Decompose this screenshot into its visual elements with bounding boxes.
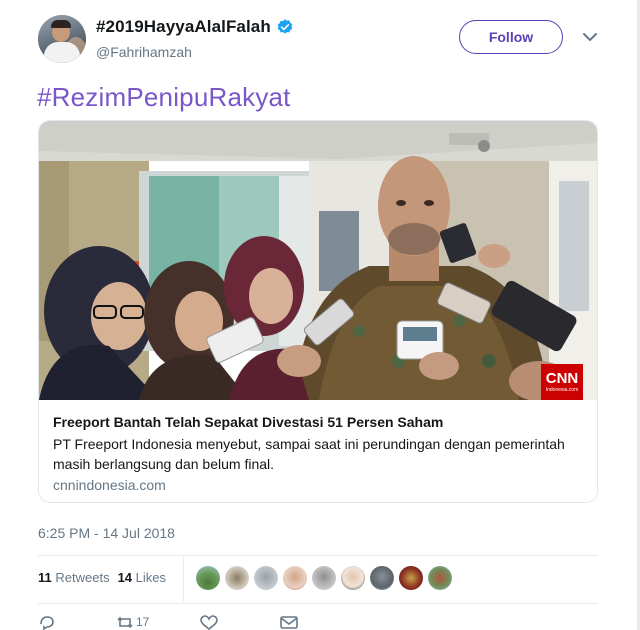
- liker-avatar[interactable]: [428, 566, 452, 590]
- tweet-stats: 11 Retweets 14 Likes: [38, 570, 166, 585]
- liker-avatar[interactable]: [312, 566, 336, 590]
- liker-avatar[interactable]: [283, 566, 307, 590]
- hashtag-link[interactable]: #RezimPenipuRakyat: [37, 82, 291, 113]
- link-card[interactable]: CNN Indonesia.com Freeport Bantah Telah …: [38, 120, 598, 503]
- tweet-actions: 17: [38, 615, 338, 630]
- divider: [38, 603, 598, 604]
- card-description: PT Freeport Indonesia menyebut, sampai s…: [53, 436, 565, 472]
- retweet-count: 17: [136, 615, 150, 629]
- tweet: #2019HayyaAlalFalah @Fahrihamzah Follow …: [0, 0, 636, 630]
- display-name[interactable]: #2019HayyaAlalFalah: [96, 17, 271, 37]
- likes-stat[interactable]: 14 Likes: [118, 570, 166, 585]
- dm-icon[interactable]: [280, 615, 298, 630]
- author-name-row[interactable]: #2019HayyaAlalFalah: [96, 17, 294, 37]
- tweet-timestamp[interactable]: 6:25 PM - 14 Jul 2018: [38, 525, 175, 541]
- card-title[interactable]: Freeport Bantah Telah Sepakat Divestasi …: [53, 414, 443, 430]
- stats-separator: [183, 556, 184, 602]
- liker-avatar[interactable]: [225, 566, 249, 590]
- verified-badge-icon: [277, 19, 293, 34]
- follow-button[interactable]: Follow: [459, 20, 563, 54]
- like-icon[interactable]: [200, 615, 218, 630]
- retweet-icon[interactable]: [116, 615, 134, 630]
- liker-avatar[interactable]: [399, 566, 423, 590]
- cnn-logo: CNN Indonesia.com: [541, 364, 583, 400]
- user-handle[interactable]: @Fahrihamzah: [96, 44, 192, 60]
- liker-avatar[interactable]: [254, 566, 278, 590]
- press-photo: [39, 121, 597, 400]
- divider: [38, 555, 598, 556]
- liker-avatars: [196, 566, 452, 590]
- liker-avatar[interactable]: [370, 566, 394, 590]
- avatar[interactable]: [38, 15, 86, 63]
- card-domain: cnnindonesia.com: [53, 477, 166, 493]
- retweets-stat[interactable]: 11 Retweets: [38, 570, 110, 585]
- liker-avatar[interactable]: [341, 566, 365, 590]
- liker-avatar[interactable]: [196, 566, 220, 590]
- card-image: CNN Indonesia.com: [39, 121, 597, 400]
- reply-icon[interactable]: [38, 615, 56, 630]
- chevron-down-icon[interactable]: [582, 32, 598, 42]
